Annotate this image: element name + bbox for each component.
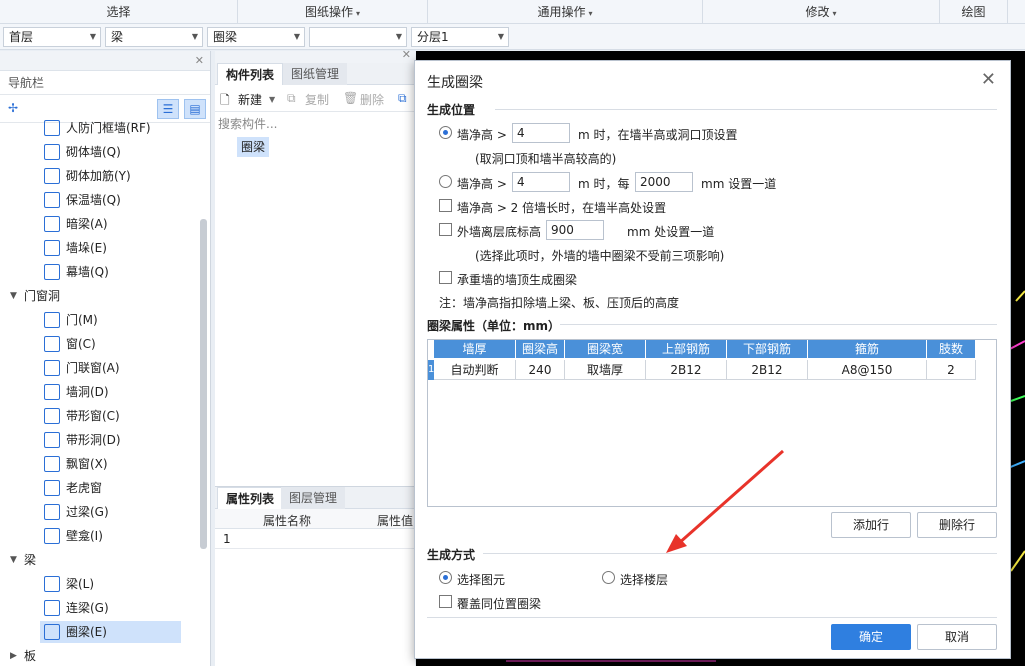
red-arrow-icon xyxy=(677,449,784,546)
annotation-arrow-overlay xyxy=(666,449,784,553)
